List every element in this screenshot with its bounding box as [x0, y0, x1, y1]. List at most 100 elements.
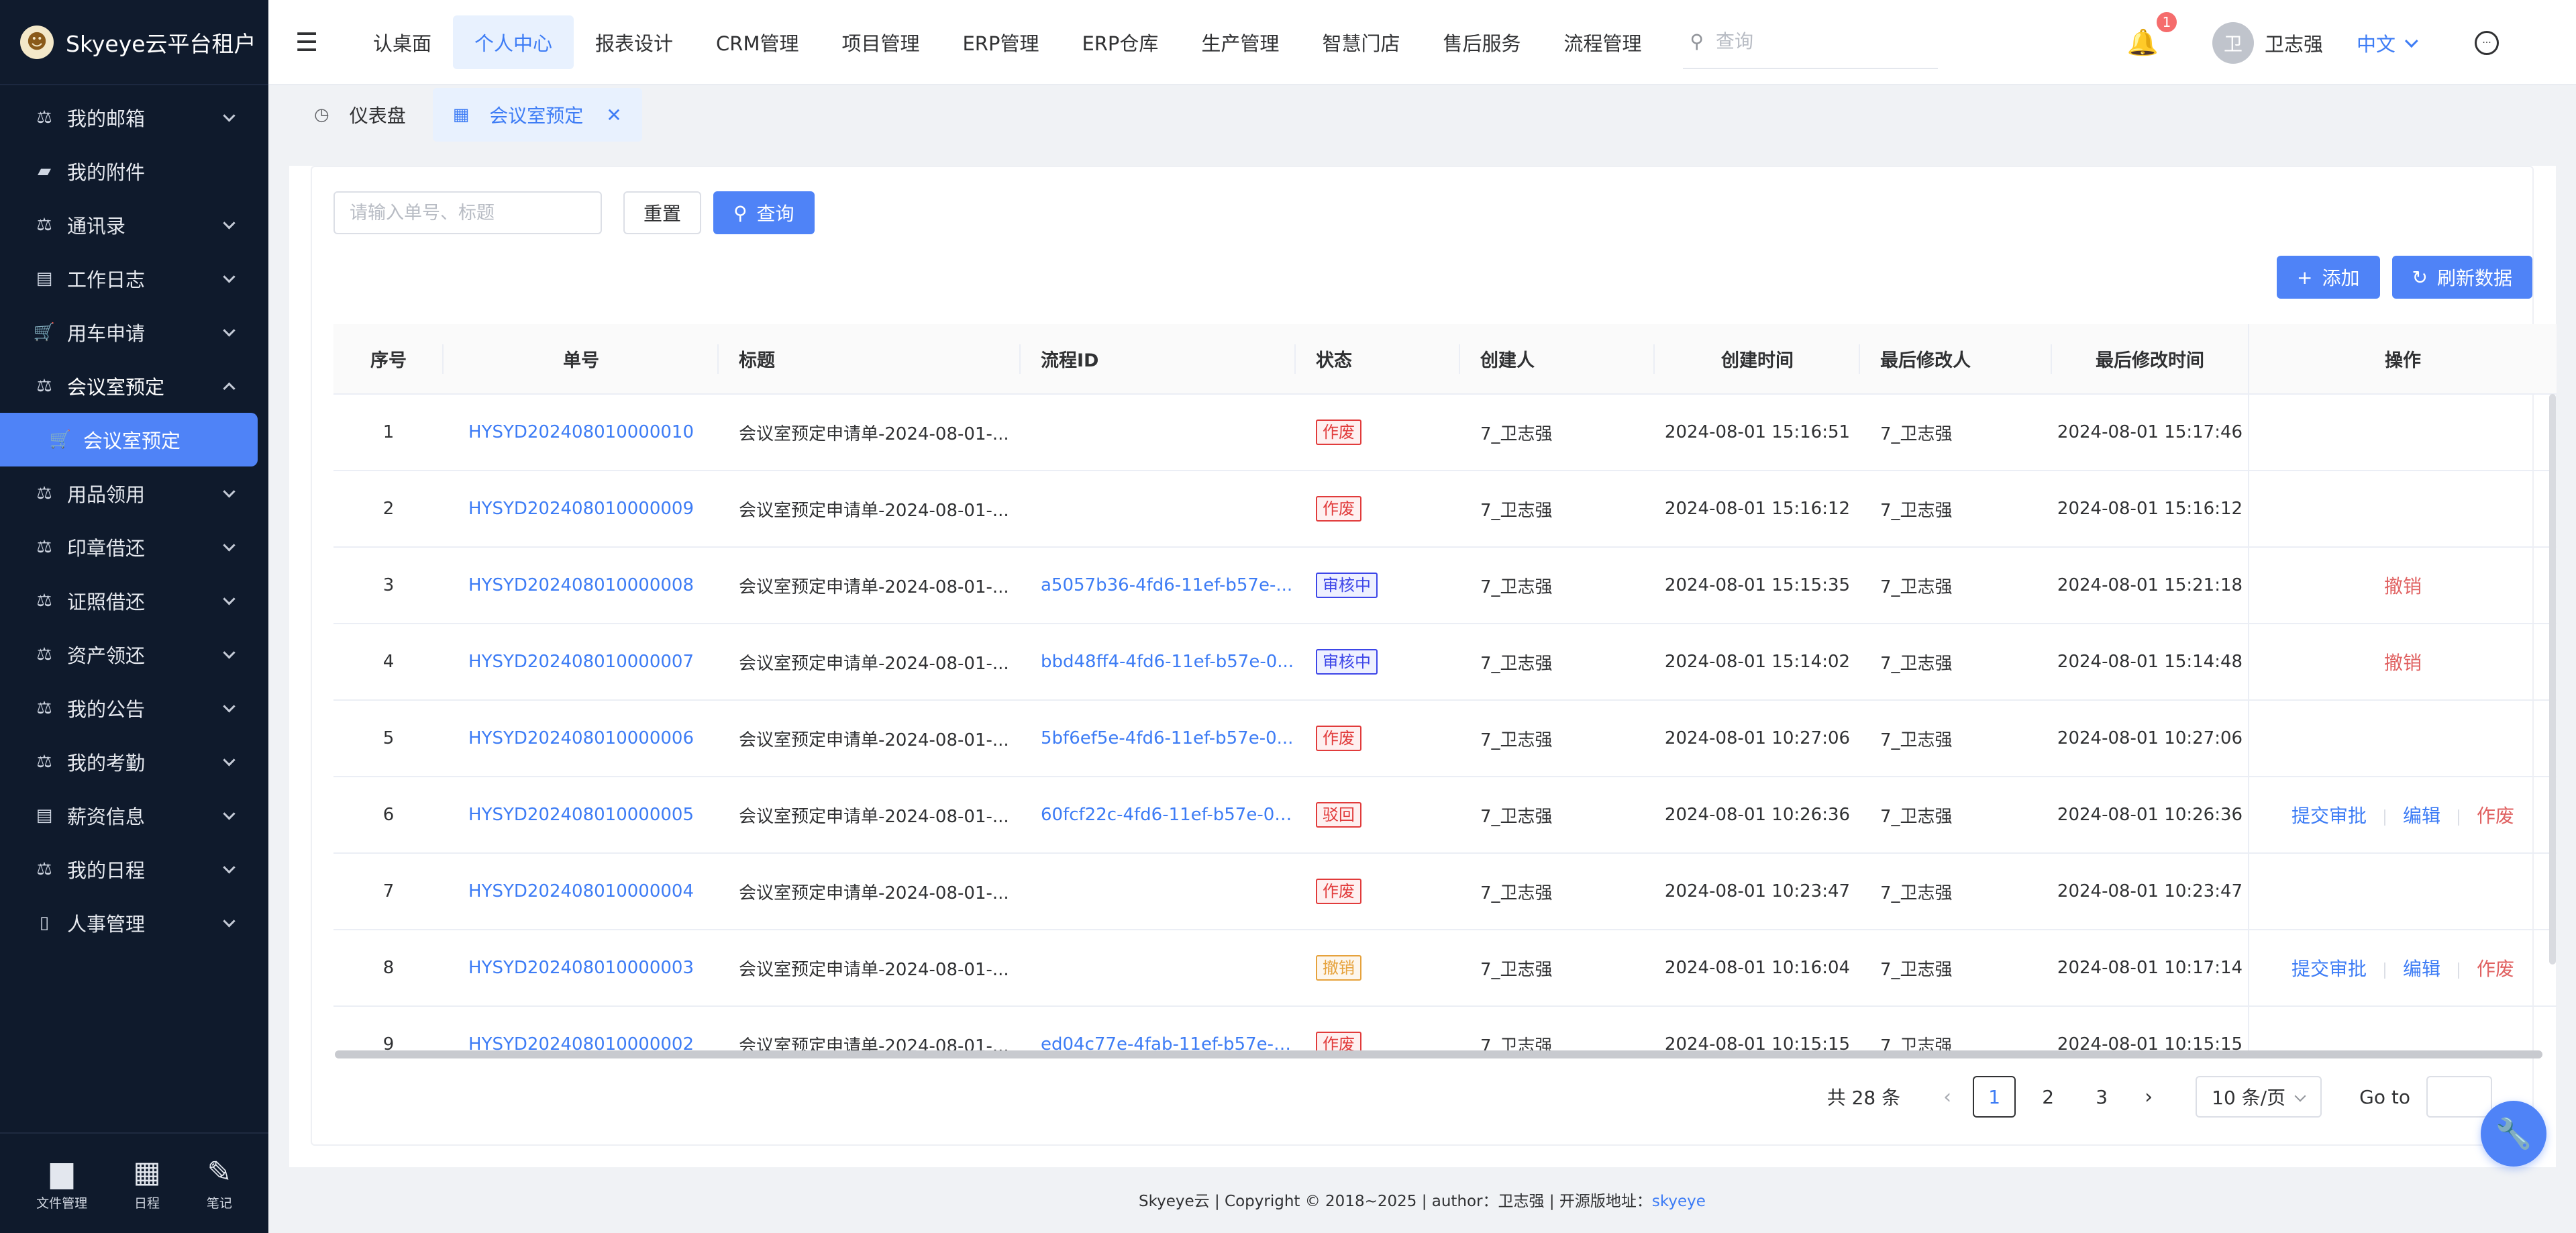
reset-button[interactable]: 重置	[623, 191, 702, 234]
table-row[interactable]: 6 HYSYD202408010000005 会议室预定申请单-2024-08-01…	[333, 777, 2557, 854]
cell-flow-id[interactable]: ed04c77e-4fab-11ef-b57e-0...	[1021, 1006, 1296, 1052]
table-row[interactable]: 7 HYSYD202408010000004 会议室预定申请单-2024-08-01…	[333, 853, 2557, 930]
tab-item[interactable]: ◷ 仪表盘	[294, 88, 426, 142]
sidebar-tool-calendar[interactable]: ▦ 日程	[133, 1155, 161, 1212]
cell-flow-id[interactable]: 60fcf22c-4fd6-11ef-b57e-02...	[1021, 777, 1296, 854]
top-nav-item[interactable]: ERP管理	[941, 15, 1060, 69]
submit-approval-button[interactable]: 提交审批	[2291, 805, 2367, 827]
edit-button[interactable]: 编辑	[2403, 805, 2440, 827]
keyword-search-input[interactable]	[333, 191, 602, 234]
sidebar-item[interactable]: ⚖ 资产领还	[0, 628, 268, 681]
cell-modifier: 7_卫志强	[1860, 547, 2052, 624]
prev-page-icon[interactable]: ‹	[1943, 1085, 1951, 1109]
avatar[interactable]: 卫	[2212, 21, 2254, 64]
cell-flow-id[interactable]: bbd48ff4-4fd6-11ef-b57e-0...	[1021, 624, 1296, 701]
sidebar-item[interactable]: ⚖ 通讯录	[0, 198, 268, 252]
top-nav-item[interactable]: 售后服务	[1421, 15, 1542, 69]
sidebar-item[interactable]: ▯ 人事管理	[0, 896, 268, 950]
sidebar-item[interactable]: ⚖ 我的公告	[0, 681, 268, 735]
table-row[interactable]: 2 HYSYD202408010000009 会议室预定申请单-2024-08-01…	[333, 471, 2557, 548]
wrench-icon[interactable]: 🔧	[2481, 1101, 2546, 1167]
top-nav-item[interactable]: 智慧门店	[1300, 15, 1421, 69]
sidebar-item[interactable]: ▰ 我的附件	[0, 144, 268, 198]
cell-flow-id[interactable]	[1021, 930, 1296, 1007]
void-button[interactable]: 作废	[2477, 958, 2514, 980]
sidebar-item[interactable]: ⚖ 用品领用	[0, 466, 268, 520]
cell-flow-id[interactable]	[1021, 471, 1296, 548]
cell-flow-id[interactable]: 5bf6ef5e-4fd6-11ef-b57e-0...	[1021, 700, 1296, 777]
refresh-button[interactable]: ↻ 刷新数据	[2391, 256, 2532, 299]
top-nav-item[interactable]: 认桌面	[352, 15, 453, 69]
logo-row[interactable]: ☻ Skyeye云平台租户	[0, 0, 268, 85]
goto-page-input[interactable]	[2426, 1076, 2492, 1118]
top-nav-item[interactable]: 生产管理	[1180, 15, 1300, 69]
cell-order-number[interactable]: HYSYD202408010000009	[444, 471, 719, 548]
table-row[interactable]: 4 HYSYD202408010000007 会议室预定申请单-2024-08-01…	[333, 624, 2557, 701]
cell-order-number[interactable]: HYSYD202408010000002	[444, 1006, 719, 1052]
page-number[interactable]: 3	[2080, 1076, 2123, 1118]
top-nav-item[interactable]: 报表设计	[574, 15, 694, 69]
tab-item[interactable]: ▦ 会议室预定 ✕	[432, 88, 642, 142]
sidebar-tool-edit[interactable]: ✎ 笔记	[207, 1154, 232, 1212]
sidebar-item[interactable]: ▤ 薪资信息	[0, 789, 268, 842]
sidebar-subitem-active[interactable]: 🛒 会议室预定	[0, 413, 258, 466]
top-search[interactable]: ⚲	[1683, 15, 1939, 69]
cell-title: 会议室预定申请单-2024-08-01-...	[719, 930, 1021, 1007]
cell-order-number[interactable]: HYSYD202408010000007	[444, 624, 719, 701]
query-button[interactable]: ⚲ 查询	[713, 191, 815, 234]
chat-icon[interactable]: ···	[2475, 30, 2499, 55]
table-row[interactable]: 8 HYSYD202408010000003 会议室预定申请单-2024-08-01…	[333, 930, 2557, 1007]
cell-order-number[interactable]: HYSYD202408010000003	[444, 930, 719, 1007]
top-nav-item[interactable]: CRM管理	[694, 15, 820, 69]
menu-toggle-icon[interactable]: ☰	[295, 28, 338, 57]
top-nav-item[interactable]: 个人中心	[453, 15, 574, 69]
sidebar-item[interactable]: ⚖ 会议室预定	[0, 359, 268, 413]
revoke-button[interactable]: 撤销	[2384, 575, 2422, 597]
cell-order-number[interactable]: HYSYD202408010000010	[444, 394, 719, 471]
sidebar-item[interactable]: ▤ 工作日志	[0, 252, 268, 305]
sidebar-item[interactable]: ⚖ 我的考勤	[0, 735, 268, 789]
cell-flow-id[interactable]	[1021, 853, 1296, 930]
sidebar-item[interactable]: ⚖ 印章借还	[0, 520, 268, 574]
void-button[interactable]: 作废	[2477, 805, 2514, 827]
username[interactable]: 卫志强	[2265, 29, 2323, 57]
edit-icon: ✎	[207, 1154, 232, 1189]
footer-link[interactable]: skyeye	[1652, 1193, 1706, 1210]
top-search-input[interactable]	[1716, 30, 1917, 52]
sidebar-item[interactable]: ⚖ 证照借还	[0, 574, 268, 628]
page-number[interactable]: 2	[2026, 1076, 2069, 1118]
close-icon[interactable]: ✕	[606, 104, 621, 126]
add-button[interactable]: + 添加	[2277, 256, 2380, 299]
sidebar-item-label: 资产领还	[67, 644, 146, 667]
cell-flow-id[interactable]	[1021, 394, 1296, 471]
page-size-select[interactable]: 10 条/页	[2196, 1076, 2322, 1118]
table-row[interactable]: 5 HYSYD202408010000006 会议室预定申请单-2024-08-01…	[333, 700, 2557, 777]
submit-approval-button[interactable]: 提交审批	[2291, 958, 2367, 980]
revoke-button[interactable]: 撤销	[2384, 652, 2422, 674]
top-nav-item[interactable]: 流程管理	[1542, 15, 1663, 69]
sidebar-item[interactable]: ⚖ 我的日程	[0, 842, 268, 896]
vertical-scrollbar[interactable]	[2549, 394, 2556, 965]
cell-flow-id[interactable]: a5057b36-4fd6-11ef-b57e-...	[1021, 547, 1296, 624]
cell-order-number[interactable]: HYSYD202408010000006	[444, 700, 719, 777]
language-selector[interactable]: 中文	[2357, 29, 2418, 57]
chevron-down-icon	[2294, 1090, 2306, 1102]
edit-button[interactable]: 编辑	[2403, 958, 2440, 980]
page-number[interactable]: 1	[1973, 1076, 2016, 1118]
cell-order-number[interactable]: HYSYD202408010000008	[444, 547, 719, 624]
horizontal-scrollbar[interactable]	[335, 1050, 2542, 1058]
notification-bell-icon[interactable]: 🔔 1	[2127, 10, 2179, 58]
sidebar-item[interactable]: 🛒 用车申请	[0, 305, 268, 359]
table-row[interactable]: 3 HYSYD202408010000008 会议室预定申请单-2024-08-01…	[333, 547, 2557, 624]
top-nav-item[interactable]: ERP仓库	[1060, 15, 1180, 69]
top-nav-item[interactable]: 项目管理	[820, 15, 941, 69]
sidebar-item[interactable]: ⚖ 我的邮箱	[0, 91, 268, 144]
table-row[interactable]: 1 HYSYD202408010000010 会议室预定申请单-2024-08-01…	[333, 394, 2557, 471]
cell-order-number[interactable]: HYSYD202408010000004	[444, 853, 719, 930]
action-row: + 添加 ↻ 刷新数据	[2265, 256, 2532, 299]
next-page-icon[interactable]: ›	[2145, 1085, 2153, 1109]
cell-order-number[interactable]: HYSYD202408010000005	[444, 777, 719, 854]
sidebar-tool-folder[interactable]: ▆ 文件管理	[36, 1155, 87, 1212]
table-row[interactable]: 9 HYSYD202408010000002 会议室预定申请单-2024-08-01…	[333, 1006, 2557, 1052]
cell-operations: 撤销	[2248, 547, 2557, 624]
